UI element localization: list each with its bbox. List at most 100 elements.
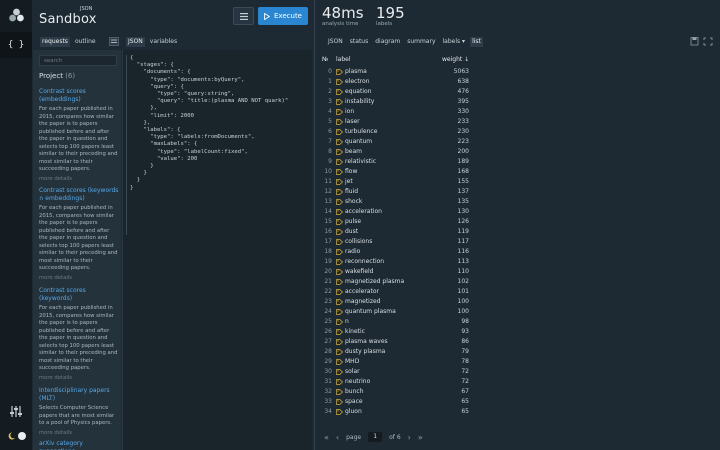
table-row[interactable]: 16 dust 119 [322, 227, 714, 237]
table-row[interactable]: 13 shock 135 [322, 197, 714, 207]
search-input[interactable]: search [39, 55, 117, 66]
tab-status[interactable]: status [348, 37, 370, 47]
table-row[interactable]: 20 wakefield 110 [322, 267, 714, 277]
table-row[interactable]: 17 collisions 117 [322, 237, 714, 247]
json-editor-nav-icon[interactable]: { } [0, 32, 32, 58]
panel-divider[interactable] [314, 0, 315, 450]
request-code[interactable]: { "stages": { "documents": { "type": "do… [130, 55, 288, 192]
more-details-link[interactable]: more details [39, 375, 119, 381]
row-number: 10 [324, 168, 332, 175]
entry-title[interactable]: Contrast scores (keywords) [39, 287, 119, 303]
prev-page-icon[interactable]: ‹ [336, 433, 339, 442]
tab-list[interactable]: list [470, 37, 483, 47]
table-row[interactable]: 11 jet 155 [322, 177, 714, 187]
tab-requests[interactable]: requests [40, 37, 70, 47]
table-row[interactable]: 33 space 65 [322, 397, 714, 407]
table-row[interactable]: 27 plasma waves 86 [322, 337, 714, 347]
row-number: 12 [324, 188, 332, 195]
row-number: 32 [324, 388, 332, 395]
table-row[interactable]: 25 n 98 [322, 317, 714, 327]
row-label: collisions [345, 238, 373, 245]
tag-icon [336, 189, 343, 195]
row-label: equation [345, 88, 372, 95]
list-item[interactable]: Interdisciplinary papers (MLT) Selects C… [39, 387, 119, 436]
row-number: 2 [328, 88, 332, 95]
table-row[interactable]: 30 solar 72 [322, 367, 714, 377]
table-row[interactable]: 19 reconnection 113 [322, 257, 714, 267]
row-weight: 117 [457, 238, 469, 245]
column-header-number[interactable]: № [322, 56, 328, 63]
table-row[interactable]: 31 neutrino 72 [322, 377, 714, 387]
column-header-weight[interactable]: weight ↓ [442, 56, 469, 63]
list-item[interactable]: Contrast scores (keywords) For each pape… [39, 287, 119, 381]
row-number: 18 [324, 248, 332, 255]
tab-variables[interactable]: variables [148, 37, 179, 47]
table-row[interactable]: 28 dusty plasma 79 [322, 347, 714, 357]
column-header-label[interactable]: label [336, 56, 351, 63]
tab-outline[interactable]: outline [73, 37, 98, 47]
execute-button[interactable]: Execute [258, 7, 308, 25]
list-item[interactable]: arXiv category suggestions [39, 440, 119, 450]
table-row[interactable]: 22 accelerator 101 [322, 287, 714, 297]
tab-labels-text: labels [442, 38, 461, 45]
list-item[interactable]: Contrast scores (embeddings) For each pa… [39, 88, 119, 182]
entry-title[interactable]: Interdisciplinary papers (MLT) [39, 387, 119, 403]
row-number: 27 [324, 338, 332, 345]
table-row[interactable]: 12 fluid 137 [322, 187, 714, 197]
tab-result-json[interactable]: JSON [326, 37, 345, 47]
first-page-icon[interactable]: « [324, 433, 329, 442]
table-row[interactable]: 18 radio 116 [322, 247, 714, 257]
table-row[interactable]: 9 relativistic 189 [322, 157, 714, 167]
next-page-icon[interactable]: › [408, 433, 411, 442]
row-number: 23 [324, 298, 332, 305]
more-details-link[interactable]: more details [39, 176, 119, 182]
entry-title[interactable]: arXiv category suggestions [39, 440, 119, 450]
more-details-link[interactable]: more details [39, 430, 119, 436]
row-label: shock [345, 198, 363, 205]
table-row[interactable]: 34 gluon 65 [322, 407, 714, 417]
table-row[interactable]: 24 quantum plasma 100 [322, 307, 714, 317]
table-row[interactable]: 23 magnetized 100 [322, 297, 714, 307]
table-row[interactable]: 10 flow 168 [322, 167, 714, 177]
row-weight: 189 [457, 158, 469, 165]
table-row[interactable]: 5 laser 233 [322, 117, 714, 127]
table-row[interactable]: 7 quantum 223 [322, 137, 714, 147]
table-row[interactable]: 15 pulse 126 [322, 217, 714, 227]
settings-sliders-icon[interactable] [9, 405, 23, 418]
tab-diagram[interactable]: diagram [373, 37, 402, 47]
table-row[interactable]: 6 turbulence 230 [322, 127, 714, 137]
list-view-button[interactable] [233, 7, 254, 25]
entry-title[interactable]: Contrast scores (embeddings) [39, 88, 119, 104]
collapse-panel-icon[interactable] [109, 37, 119, 46]
table-row[interactable]: 21 magnetized plasma 102 [322, 277, 714, 287]
tab-summary[interactable]: summary [405, 37, 437, 47]
row-label: pulse [345, 218, 362, 225]
entry-title[interactable]: Contrast scores (keywords ∩ embeddings) [39, 187, 119, 203]
json-editor[interactable]: { "stages": { "documents": { "type": "do… [122, 50, 312, 450]
last-page-icon[interactable]: » [418, 433, 423, 442]
row-number: 14 [324, 208, 332, 215]
table-row[interactable]: 8 beam 200 [322, 147, 714, 157]
tag-icon [336, 159, 343, 165]
list-item[interactable]: Contrast scores (keywords ∩ embeddings) … [39, 187, 119, 281]
theme-toggle-icon[interactable] [7, 431, 27, 441]
table-row[interactable]: 4 ion 330 [322, 107, 714, 117]
table-row[interactable]: 1 electron 638 [322, 77, 714, 87]
tab-labels[interactable]: labels ▾ [441, 37, 468, 47]
project-count: (6) [65, 72, 76, 80]
table-row[interactable]: 26 kinetic 93 [322, 327, 714, 337]
more-details-link[interactable]: more details [39, 275, 119, 281]
row-number: 24 [324, 308, 332, 315]
table-row[interactable]: 3 instability 395 [322, 97, 714, 107]
page-input[interactable]: 1 [368, 432, 383, 442]
table-row[interactable]: 2 equation 476 [322, 87, 714, 97]
save-icon[interactable] [690, 37, 700, 46]
result-tabs: JSON status diagram summary labels ▾ lis… [326, 37, 483, 47]
tab-json[interactable]: JSON [126, 37, 145, 47]
labels-count-stat: 195 labels [376, 5, 405, 27]
table-row[interactable]: 29 MHD 78 [322, 357, 714, 367]
expand-icon[interactable] [703, 37, 713, 46]
table-row[interactable]: 0 plasma 5063 [322, 67, 714, 77]
table-row[interactable]: 14 acceleration 130 [322, 207, 714, 217]
table-row[interactable]: 32 bunch 67 [322, 387, 714, 397]
